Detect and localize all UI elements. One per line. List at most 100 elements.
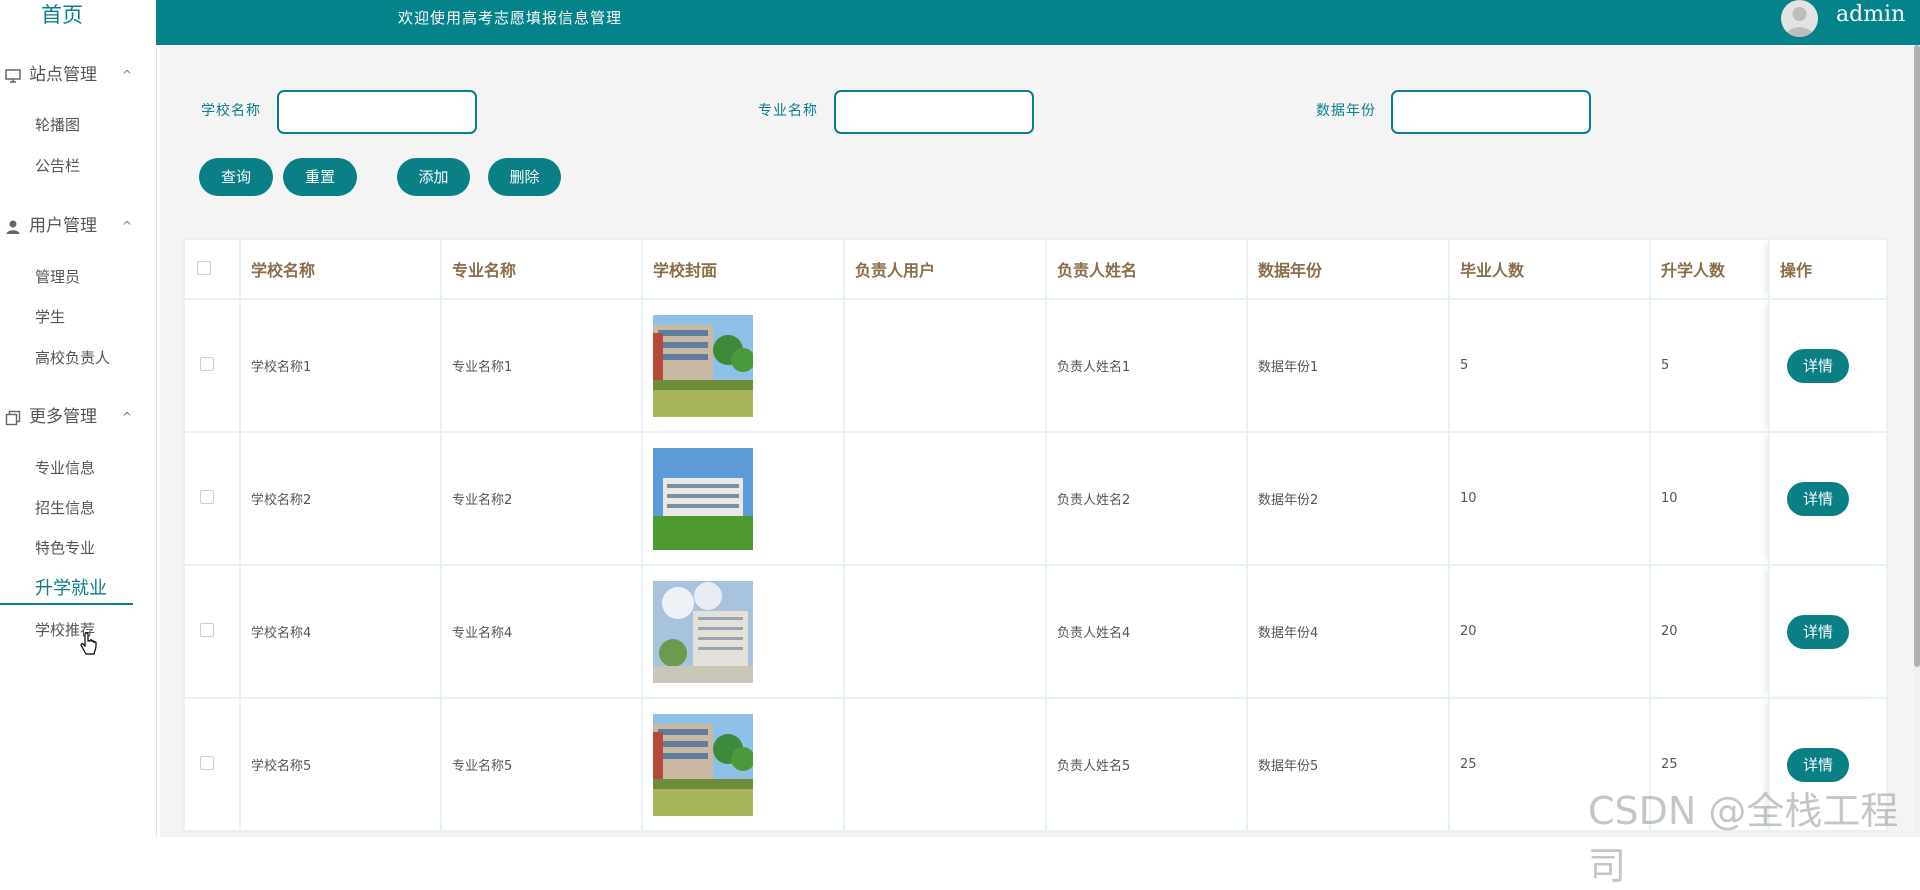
detail-button[interactable]: 详情: [1787, 614, 1849, 649]
col-header: 升学人数: [1649, 238, 1770, 300]
row-select-cell[interactable]: [183, 298, 241, 433]
reset-button[interactable]: 重置: [283, 158, 357, 196]
cell-actions: 详情: [1768, 431, 1888, 566]
sidebar-item-notice[interactable]: 公告栏: [35, 155, 80, 177]
col-header: 毕业人数: [1448, 238, 1651, 300]
add-button[interactable]: 添加: [397, 158, 470, 196]
cell-cover: [641, 298, 845, 433]
sidebar-item-school-heads[interactable]: 高校负责人: [35, 347, 110, 369]
col-header: 专业名称: [440, 238, 643, 300]
scrollbar-thumb[interactable]: [1914, 45, 1920, 667]
monitor-icon: [5, 69, 21, 83]
col-header: 数据年份: [1246, 238, 1450, 300]
user-avatar-icon: [1785, 7, 1814, 37]
cell-school: 学校名称2: [239, 431, 442, 566]
chevron-up-icon: ^: [122, 410, 133, 424]
select-all-cell[interactable]: [183, 238, 241, 300]
sidebar-item-admissions[interactable]: 招生信息: [35, 497, 95, 519]
school-cover-image: [653, 314, 753, 417]
cell-major: 专业名称2: [440, 431, 643, 566]
delete-button[interactable]: 删除: [488, 158, 561, 196]
top-bar: 欢迎使用高考志愿填报信息管理 admin: [156, 0, 1920, 45]
detail-button[interactable]: 详情: [1787, 481, 1849, 516]
home-link[interactable]: 首页: [0, 0, 124, 34]
menu-group-label: 更多管理: [29, 407, 97, 427]
cell-major: 专业名称5: [440, 697, 643, 832]
cell-owner-name: 负责人姓名4: [1045, 564, 1248, 699]
cell-year: 数据年份1: [1246, 298, 1450, 433]
detail-button[interactable]: 详情: [1787, 747, 1849, 782]
menu-group-more[interactable]: 更多管理 ^: [0, 402, 140, 432]
data-table: 学校名称 专业名称 学校封面 负责人用户 负责人姓名 数据年份 毕业人数 升学人…: [183, 238, 1888, 832]
cell-actions: 详情: [1768, 564, 1888, 699]
cell-year: 数据年份2: [1246, 431, 1450, 566]
cell-owner-user: [843, 697, 1047, 832]
cell-graduates: 10: [1448, 431, 1651, 566]
menu-group-label: 站点管理: [29, 65, 97, 85]
cell-major: 专业名称1: [440, 298, 643, 433]
menu-group-label: 用户管理: [29, 216, 97, 236]
menu-group-site[interactable]: 站点管理 ^: [0, 60, 140, 90]
select-all-checkbox[interactable]: [197, 260, 211, 275]
col-header: 操作: [1768, 238, 1888, 300]
welcome-text: 欢迎使用高考志愿填报信息管理: [398, 9, 623, 27]
school-name-label: 学校名称: [201, 103, 261, 119]
menu-group-users[interactable]: 用户管理 ^: [0, 211, 140, 241]
username[interactable]: admin: [1836, 2, 1905, 27]
row-checkbox[interactable]: [200, 489, 214, 504]
school-cover-image: [653, 447, 753, 550]
cell-enrolled: 20: [1649, 564, 1770, 699]
table-header-row: 学校名称 专业名称 学校封面 负责人用户 负责人姓名 数据年份 毕业人数 升学人…: [183, 238, 1888, 300]
cell-school: 学校名称4: [239, 564, 442, 699]
col-header: 负责人姓名: [1045, 238, 1248, 300]
school-cover-image: [653, 713, 753, 816]
row-checkbox[interactable]: [200, 622, 214, 637]
sidebar-item-students[interactable]: 学生: [35, 306, 65, 328]
col-header: 学校名称: [239, 238, 442, 300]
cell-cover: [641, 431, 845, 566]
data-year-input[interactable]: [1391, 90, 1591, 134]
cell-owner-user: [843, 298, 1047, 433]
data-year-label: 数据年份: [1316, 103, 1376, 119]
row-select-cell[interactable]: [183, 564, 241, 699]
watermark: CSDN @全栈工程司: [1588, 789, 1899, 888]
query-button[interactable]: 查询: [199, 158, 273, 196]
col-header: 学校封面: [641, 238, 845, 300]
cell-enrolled: 10: [1649, 431, 1770, 566]
cell-graduates: 20: [1448, 564, 1651, 699]
cell-owner-user: [843, 564, 1047, 699]
sidebar-item-further-study[interactable]: 升学就业: [0, 575, 133, 605]
cell-graduates: 5: [1448, 298, 1651, 433]
cell-year: 数据年份4: [1246, 564, 1450, 699]
cell-major: 专业名称4: [440, 564, 643, 699]
cell-cover: [641, 697, 845, 832]
copy-icon: [5, 410, 21, 426]
major-name-label: 专业名称: [758, 103, 818, 119]
school-name-input[interactable]: [277, 90, 477, 134]
sidebar-item-admins[interactable]: 管理员: [35, 266, 80, 288]
school-cover-image: [653, 580, 753, 683]
cell-owner-name: 负责人姓名2: [1045, 431, 1248, 566]
major-name-input[interactable]: [834, 90, 1034, 134]
table-row: 学校名称1 专业名称1 负责人姓名1 数据年份1 5 5 详情: [183, 298, 1888, 433]
chevron-up-icon: ^: [122, 219, 133, 233]
cell-owner-name: 负责人姓名1: [1045, 298, 1248, 433]
detail-button[interactable]: 详情: [1787, 348, 1849, 383]
cell-year: 数据年份5: [1246, 697, 1450, 832]
avatar[interactable]: [1781, 0, 1818, 37]
row-select-cell[interactable]: [183, 697, 241, 832]
row-checkbox[interactable]: [200, 356, 214, 371]
table-row: 学校名称2 专业名称2 负责人姓名2 数据年份2 10 10 详情: [183, 431, 1888, 566]
row-select-cell[interactable]: [183, 431, 241, 566]
sidebar-item-majors[interactable]: 专业信息: [35, 457, 95, 479]
col-header: 负责人用户: [843, 238, 1047, 300]
cell-school: 学校名称1: [239, 298, 442, 433]
cell-cover: [641, 564, 845, 699]
cell-enrolled: 5: [1649, 298, 1770, 433]
row-checkbox[interactable]: [200, 755, 214, 770]
sidebar: 首页 站点管理 ^ 轮播图 公告栏 用户管理 ^ 管理员 学生 高校负责人 更多…: [0, 0, 157, 837]
sidebar-item-carousel[interactable]: 轮播图: [35, 114, 80, 136]
hand-cursor-icon: [80, 632, 97, 655]
cell-owner-name: 负责人姓名5: [1045, 697, 1248, 832]
sidebar-item-featured-majors[interactable]: 特色专业: [35, 537, 95, 559]
